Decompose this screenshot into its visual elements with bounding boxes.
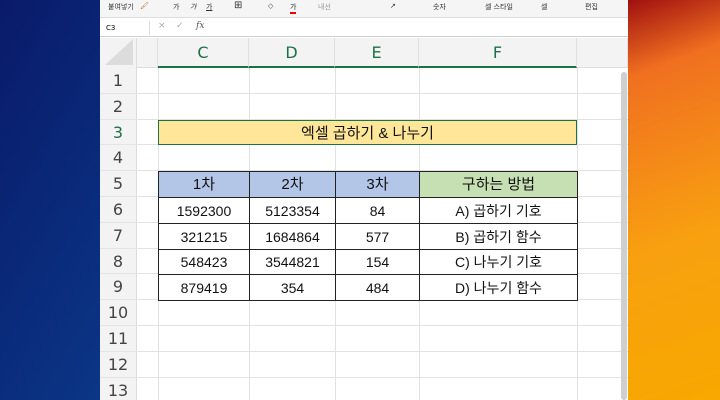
column-header-d[interactable]: D	[249, 38, 335, 68]
table-cell[interactable]: 484	[335, 274, 420, 301]
ribbon: 붙여넣기 🖌 가 가 가 ⊞ ◇ 가 내선 ↗ 숫자 셀 스타일 셀 편집	[100, 0, 628, 18]
gridline	[137, 377, 628, 378]
row-header[interactable]: 10	[100, 300, 137, 326]
table-cell[interactable]: A) 곱하기 기호	[419, 197, 578, 224]
paste-button[interactable]: 붙여넣기	[108, 2, 134, 12]
table-header-cell[interactable]: 3차	[335, 171, 420, 198]
row-header[interactable]: 13	[100, 378, 137, 400]
row-header[interactable]: 1	[100, 68, 137, 94]
table-cell[interactable]: 5123354	[249, 197, 336, 224]
table-cell[interactable]: C) 나누기 기호	[419, 249, 578, 275]
row-header[interactable]: 5	[100, 171, 137, 197]
cancel-icon[interactable]: ×	[158, 21, 166, 31]
wrap-text-button[interactable]: 내선	[318, 2, 331, 12]
row-header[interactable]: 4	[100, 145, 137, 171]
bold-button[interactable]: 가	[173, 2, 179, 12]
gridline	[137, 93, 628, 94]
title-cell[interactable]: 엑셀 곱하기 & 나누기	[158, 120, 577, 145]
column-header-e[interactable]: E	[335, 38, 419, 68]
number-format-group[interactable]: 숫자	[433, 2, 446, 12]
format-painter-icon[interactable]: 🖌	[140, 2, 149, 10]
row-header[interactable]: 8	[100, 249, 137, 274]
insert-function-icon[interactable]: fx	[196, 21, 204, 31]
select-all-button[interactable]	[100, 38, 137, 68]
row-header[interactable]: 2	[100, 94, 137, 120]
table-header-cell[interactable]: 2차	[249, 171, 336, 198]
table-cell[interactable]: 1684864	[249, 223, 336, 250]
column-header-f[interactable]: F	[419, 38, 577, 68]
row-header[interactable]: 11	[100, 326, 137, 352]
orientation-icon[interactable]: ↗	[390, 2, 396, 10]
table-cell[interactable]: 879419	[158, 274, 250, 301]
enter-icon[interactable]: ✓	[176, 21, 184, 31]
formula-bar: C3 × ✓ fx	[100, 19, 628, 37]
table-cell[interactable]: 3544821	[249, 249, 336, 275]
table-cell[interactable]: 548423	[158, 249, 250, 275]
borders-icon[interactable]: ⊞	[234, 0, 242, 11]
vertical-scrollbar[interactable]	[621, 72, 627, 400]
name-box[interactable]: C3	[102, 21, 150, 35]
italic-button[interactable]: 가	[190, 2, 196, 12]
row-header[interactable]: 12	[100, 352, 137, 378]
editing-group[interactable]: 편집	[585, 2, 598, 12]
column-header-g[interactable]	[577, 38, 628, 68]
desktop-wallpaper	[628, 0, 720, 400]
excel-window: 붙여넣기 🖌 가 가 가 ⊞ ◇ 가 내선 ↗ 숫자 셀 스타일 셀 편집 C3…	[100, 0, 628, 400]
table-cell[interactable]: 354	[249, 274, 336, 301]
fill-color-icon[interactable]: ◇	[268, 2, 273, 10]
column-header-b[interactable]	[137, 38, 158, 68]
table-cell[interactable]: D) 나누기 함수	[419, 274, 578, 301]
cells-group[interactable]: 셀	[541, 2, 547, 12]
gridline	[137, 351, 628, 352]
table-cell[interactable]: 154	[335, 249, 420, 275]
row-header[interactable]: 9	[100, 274, 137, 300]
table-cell[interactable]: 1592300	[158, 197, 250, 224]
table-cell[interactable]: B) 곱하기 함수	[419, 223, 578, 250]
row-header[interactable]: 6	[100, 197, 137, 223]
gridline	[137, 325, 628, 326]
table-cell[interactable]: 321215	[158, 223, 250, 250]
row-header[interactable]: 3	[100, 120, 137, 145]
underline-button[interactable]: 가	[206, 2, 212, 12]
table-header-cell[interactable]: 구하는 방법	[419, 171, 578, 198]
table-header-cell[interactable]: 1차	[158, 171, 250, 198]
row-header[interactable]: 7	[100, 223, 137, 249]
font-color-button[interactable]: 가	[290, 2, 297, 14]
cell-styles-button[interactable]: 셀 스타일	[485, 2, 513, 12]
table-cell[interactable]: 577	[335, 223, 420, 250]
table-cell[interactable]: 84	[335, 197, 420, 224]
column-header-c[interactable]: C	[158, 38, 249, 68]
